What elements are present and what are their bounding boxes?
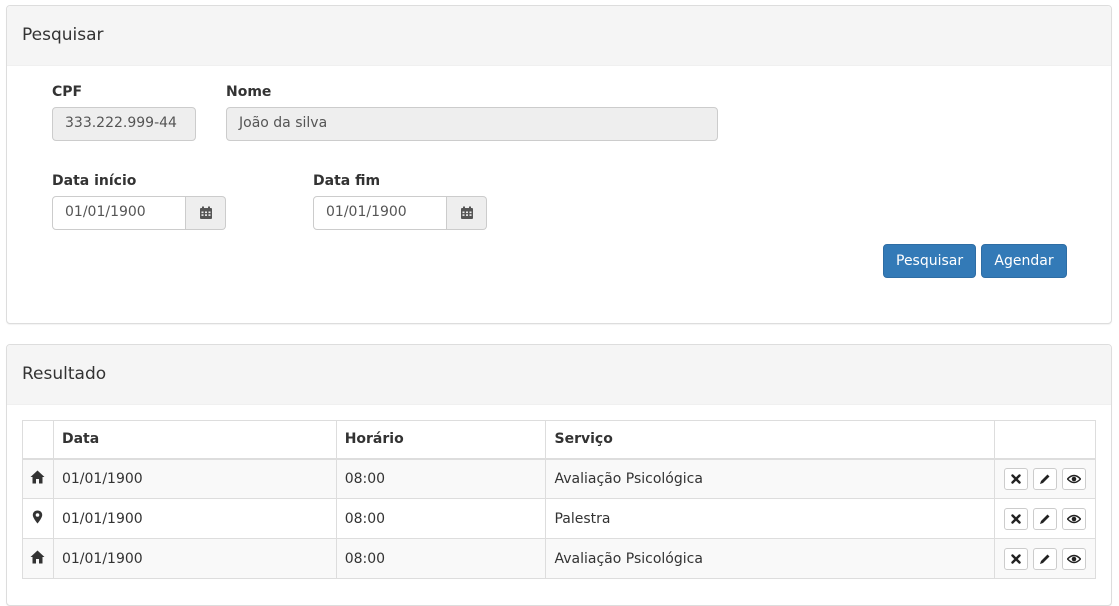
table-row: 01/01/1900 08:00 Avaliação Psicológica (22, 538, 1097, 579)
data-fim-group: 01/01/1900 (313, 196, 487, 230)
column-header-data: Data (52, 420, 337, 460)
edit-button[interactable] (1032, 507, 1057, 530)
result-panel: Resultado Data Horário Serviço 01/01/190… (6, 344, 1112, 606)
row-servico: Avaliação Psicológica (545, 538, 995, 579)
calendar-icon (199, 206, 212, 219)
edit-button[interactable] (1032, 547, 1057, 570)
row-data: 01/01/1900 (52, 458, 337, 499)
edit-button[interactable] (1032, 467, 1057, 490)
pencil-icon (1039, 554, 1050, 564)
table-row: 01/01/1900 08:00 Avaliação Psicológica (22, 458, 1097, 499)
search-button[interactable]: Pesquisar (883, 244, 976, 278)
data-inicio-label: Data início (52, 173, 137, 189)
data-inicio-group: 01/01/1900 (52, 196, 226, 230)
row-actions (993, 538, 1097, 579)
remove-button[interactable] (1003, 547, 1028, 570)
remove-icon (1011, 474, 1021, 484)
home-icon (30, 549, 46, 565)
row-type-cell (22, 498, 54, 539)
nome-field[interactable]: João da silva (226, 107, 718, 141)
table-header-row: Data Horário Serviço (22, 420, 1097, 460)
data-fim-input[interactable]: 01/01/1900 (313, 196, 447, 230)
map-marker-icon (30, 509, 46, 525)
eye-icon (1066, 514, 1081, 523)
remove-button[interactable] (1003, 467, 1028, 490)
data-fim-calendar-button[interactable] (447, 196, 487, 230)
row-horario: 08:00 (335, 498, 547, 539)
eye-icon (1066, 474, 1081, 483)
row-horario: 08:00 (335, 538, 547, 579)
eye-icon (1066, 554, 1081, 563)
column-header-actions (993, 420, 1097, 460)
cpf-field[interactable]: 333.222.999-44 (52, 107, 196, 141)
row-servico: Palestra (545, 498, 995, 539)
pencil-icon (1039, 514, 1050, 524)
table-row: 01/01/1900 08:00 Palestra (22, 498, 1097, 539)
data-fim-label: Data fim (313, 173, 381, 189)
schedule-button[interactable]: Agendar (981, 244, 1067, 278)
column-header-horario: Horário (335, 420, 547, 460)
column-header-servico: Serviço (545, 420, 995, 460)
view-button[interactable] (1061, 467, 1086, 490)
remove-icon (1011, 513, 1021, 524)
data-inicio-input[interactable]: 01/01/1900 (52, 196, 186, 230)
cpf-label: CPF (52, 84, 83, 100)
pencil-icon (1039, 474, 1050, 484)
row-type-cell (22, 458, 54, 499)
calendar-icon (460, 206, 473, 219)
result-panel-title: Resultado (7, 345, 1111, 405)
row-actions (993, 458, 1097, 499)
row-type-cell (22, 538, 54, 579)
row-actions (993, 498, 1097, 539)
home-icon (30, 469, 46, 485)
row-horario: 08:00 (335, 458, 547, 499)
search-panel-title: Pesquisar (7, 6, 1111, 66)
row-data: 01/01/1900 (52, 538, 337, 579)
results-table: Data Horário Serviço 01/01/1900 08:00 Av… (22, 420, 1097, 579)
nome-label: Nome (226, 84, 272, 100)
row-servico: Avaliação Psicológica (545, 458, 995, 499)
row-data: 01/01/1900 (52, 498, 337, 539)
view-button[interactable] (1061, 507, 1086, 530)
column-header-icon (22, 420, 54, 460)
remove-icon (1011, 553, 1021, 564)
view-button[interactable] (1061, 547, 1086, 570)
remove-button[interactable] (1003, 507, 1028, 530)
data-inicio-calendar-button[interactable] (186, 196, 226, 230)
search-panel: Pesquisar CPF 333.222.999-44 Nome João d… (6, 5, 1112, 324)
